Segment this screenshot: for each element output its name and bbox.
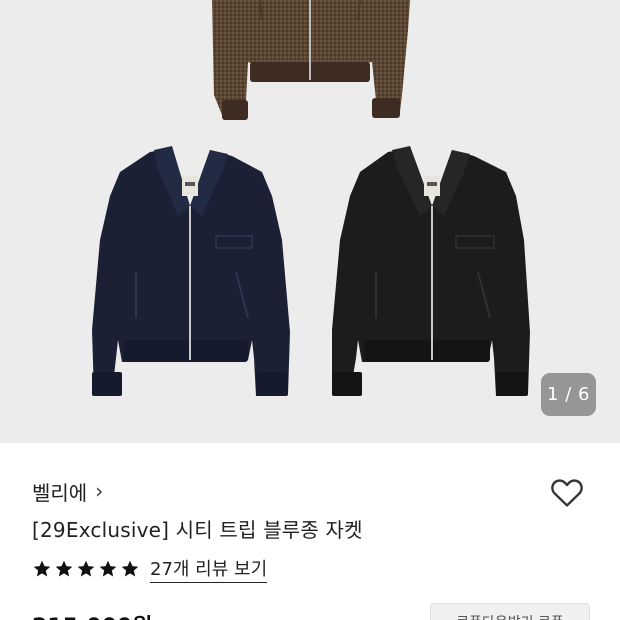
brand-name: 벨리에 — [32, 481, 88, 505]
product-image — [92, 0, 530, 396]
chevron-right-icon: › — [95, 478, 104, 503]
star-rating — [32, 559, 140, 579]
wishlist-button[interactable] — [548, 473, 586, 511]
black-jacket — [332, 146, 530, 396]
image-counter-badge: 1 / 6 — [541, 373, 596, 416]
product-info: 벨리에 › [29Exclusive] 시티 트립 블루종 자켓 27개 리뷰 … — [0, 443, 620, 620]
rating-row: 27개 리뷰 보기 — [32, 555, 268, 583]
heart-icon — [551, 479, 583, 507]
coupon-download-button[interactable]: 쿠폰다운받기 쿠폰 — [430, 603, 590, 620]
review-link[interactable]: 27개 리뷰 보기 — [150, 555, 268, 583]
star-icon — [55, 560, 73, 577]
star-icon — [99, 560, 117, 577]
brand-link[interactable]: 벨리에 › — [32, 477, 103, 506]
navy-jacket — [92, 146, 290, 396]
star-icon — [121, 560, 139, 577]
brown-jacket — [212, 0, 410, 120]
product-title: [29Exclusive] 시티 트립 블루종 자켓 — [32, 518, 363, 542]
star-icon — [77, 560, 95, 577]
product-image-gallery[interactable]: 1 / 6 — [0, 0, 620, 443]
star-icon — [33, 560, 51, 577]
product-price: 215,000원 — [32, 609, 152, 620]
